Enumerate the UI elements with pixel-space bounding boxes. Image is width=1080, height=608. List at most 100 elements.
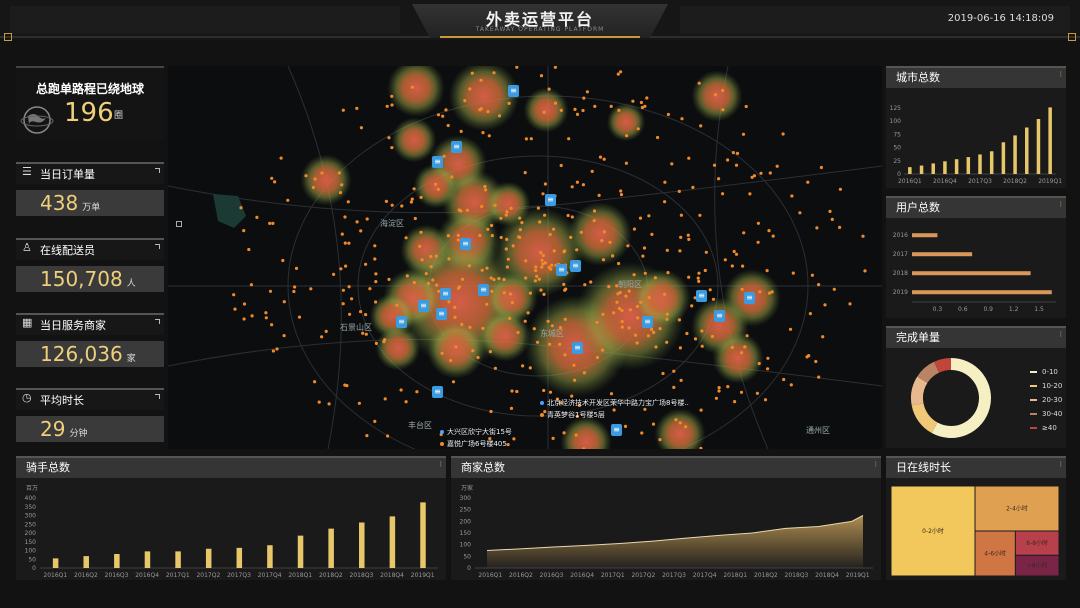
order-dot bbox=[734, 163, 739, 167]
resize-icon[interactable]: ⁝ bbox=[874, 460, 877, 469]
order-dot bbox=[344, 264, 348, 268]
order-dot bbox=[687, 156, 691, 160]
merchant-pin-icon[interactable]: ≡ bbox=[432, 156, 443, 168]
order-dot bbox=[806, 180, 810, 184]
order-dot bbox=[735, 151, 740, 155]
order-dot bbox=[255, 215, 259, 219]
bar bbox=[114, 554, 120, 568]
merchant-pin-icon[interactable]: ≡ bbox=[570, 260, 581, 272]
y-tick-label: 50 bbox=[463, 553, 471, 560]
resize-icon[interactable]: ⁝ bbox=[1059, 330, 1062, 339]
order-dot bbox=[551, 436, 555, 440]
order-dot bbox=[534, 268, 538, 273]
order-dot bbox=[666, 112, 670, 117]
y-tick-label: 200 bbox=[25, 530, 37, 537]
metric-merchants-label: 当日服务商家 bbox=[16, 313, 164, 335]
metric-orders-value: 438 bbox=[40, 191, 79, 215]
order-dot bbox=[672, 369, 676, 373]
merchant-pin-icon[interactable]: ≡ bbox=[714, 310, 725, 322]
resize-icon[interactable]: ⁝ bbox=[1059, 70, 1062, 79]
order-dot bbox=[486, 110, 490, 114]
order-dot bbox=[485, 266, 489, 270]
panel-title: 用户总数 bbox=[886, 198, 1066, 218]
order-dot bbox=[480, 268, 484, 272]
bar bbox=[297, 535, 304, 568]
order-dot bbox=[268, 221, 272, 225]
resize-icon[interactable]: ⁝ bbox=[1059, 460, 1062, 469]
map-zoom-marker[interactable] bbox=[176, 221, 182, 227]
x-tick-label: 2018Q2 bbox=[1003, 178, 1027, 185]
order-dot bbox=[373, 244, 377, 248]
order-dot bbox=[639, 100, 643, 105]
order-dot bbox=[365, 217, 369, 221]
order-dot bbox=[249, 283, 253, 287]
x-tick-label: 2018Q4 bbox=[380, 572, 404, 579]
merchant-pin-icon[interactable]: ≡ bbox=[432, 386, 443, 398]
order-dot bbox=[558, 342, 562, 346]
order-dot bbox=[674, 418, 678, 422]
merchant-pin-icon[interactable]: ≡ bbox=[396, 316, 407, 328]
merchant-pin-icon[interactable]: ≡ bbox=[642, 316, 653, 328]
order-dot bbox=[593, 104, 597, 108]
order-dot bbox=[628, 308, 632, 312]
order-dot bbox=[368, 287, 372, 291]
order-dot bbox=[536, 340, 540, 344]
heatmap-map[interactable]: 海淀区 朝阳区 东城区 石景山区 丰台区 通州区 ≡ ≡ ≡ ≡ ≡ ≡ ≡ ≡… bbox=[168, 66, 882, 449]
order-dot bbox=[711, 297, 716, 301]
merchant-pin-icon[interactable]: ≡ bbox=[440, 288, 451, 300]
order-dot bbox=[526, 311, 530, 315]
merchant-pin-icon[interactable]: ≡ bbox=[460, 238, 471, 250]
merchant-pin-icon[interactable]: ≡ bbox=[478, 284, 489, 296]
merchant-pin-icon[interactable]: ≡ bbox=[572, 342, 583, 354]
order-dot bbox=[470, 71, 474, 75]
merchant-pin-icon[interactable]: ≡ bbox=[545, 194, 556, 206]
merchant-pin-icon[interactable]: ≡ bbox=[696, 290, 707, 302]
panel-title: 骑手总数 bbox=[16, 458, 446, 478]
merchant-pin-icon[interactable]: ≡ bbox=[611, 424, 622, 436]
merchant-pin-icon[interactable]: ≡ bbox=[451, 141, 462, 153]
order-dot bbox=[563, 288, 567, 292]
order-dot bbox=[757, 361, 761, 366]
heat-spot bbox=[375, 325, 421, 371]
order-dot bbox=[435, 283, 439, 287]
order-dot bbox=[467, 264, 471, 268]
order-dot bbox=[543, 213, 547, 217]
order-dot bbox=[538, 220, 542, 224]
resize-icon[interactable]: ⁝ bbox=[1059, 200, 1062, 209]
order-dot bbox=[504, 213, 508, 217]
map-label-fengtai: 丰台区 bbox=[408, 421, 432, 430]
order-dot bbox=[814, 359, 818, 364]
order-dot bbox=[385, 104, 389, 108]
x-tick-label: 2018Q3 bbox=[350, 572, 374, 579]
merchant-pin-icon[interactable]: ≡ bbox=[556, 264, 567, 276]
order-dot bbox=[808, 312, 813, 316]
order-dot bbox=[641, 254, 645, 258]
resize-icon[interactable]: ⁝ bbox=[439, 460, 442, 469]
order-dot bbox=[638, 216, 643, 220]
corner-marker-left bbox=[4, 33, 12, 41]
order-dot bbox=[631, 99, 635, 103]
order-dot bbox=[492, 71, 496, 75]
courier-icon: ♙ bbox=[22, 241, 32, 254]
header-bar: 外卖运营平台 TAKEAWAY OPERATING PLATFORM 2019-… bbox=[0, 0, 1080, 41]
legend-label: 20-30 bbox=[1042, 396, 1063, 404]
order-dot bbox=[451, 380, 456, 384]
order-dot bbox=[838, 187, 843, 191]
treemap-label: 0-2小时 bbox=[922, 527, 944, 535]
merchant-pin-icon[interactable]: ≡ bbox=[418, 300, 429, 312]
order-dot bbox=[817, 283, 821, 287]
order-dot bbox=[623, 424, 628, 428]
map-canvas bbox=[168, 66, 882, 449]
order-dot bbox=[651, 422, 656, 426]
order-dot bbox=[572, 363, 576, 367]
y-tick-label: 50 bbox=[28, 556, 36, 563]
order-dot bbox=[250, 314, 254, 318]
y-tick-label: 2019 bbox=[893, 289, 908, 296]
merchant-pin-icon[interactable]: ≡ bbox=[744, 292, 755, 304]
datetime-display: 2019-06-16 14:18:09 bbox=[947, 13, 1054, 24]
map-label-dongcheng: 东城区 bbox=[540, 329, 564, 338]
heat-spot bbox=[300, 154, 352, 206]
merchant-pin-icon[interactable]: ≡ bbox=[436, 308, 447, 320]
y-tick-label: 100 bbox=[25, 548, 37, 555]
merchant-pin-icon[interactable]: ≡ bbox=[508, 85, 519, 97]
